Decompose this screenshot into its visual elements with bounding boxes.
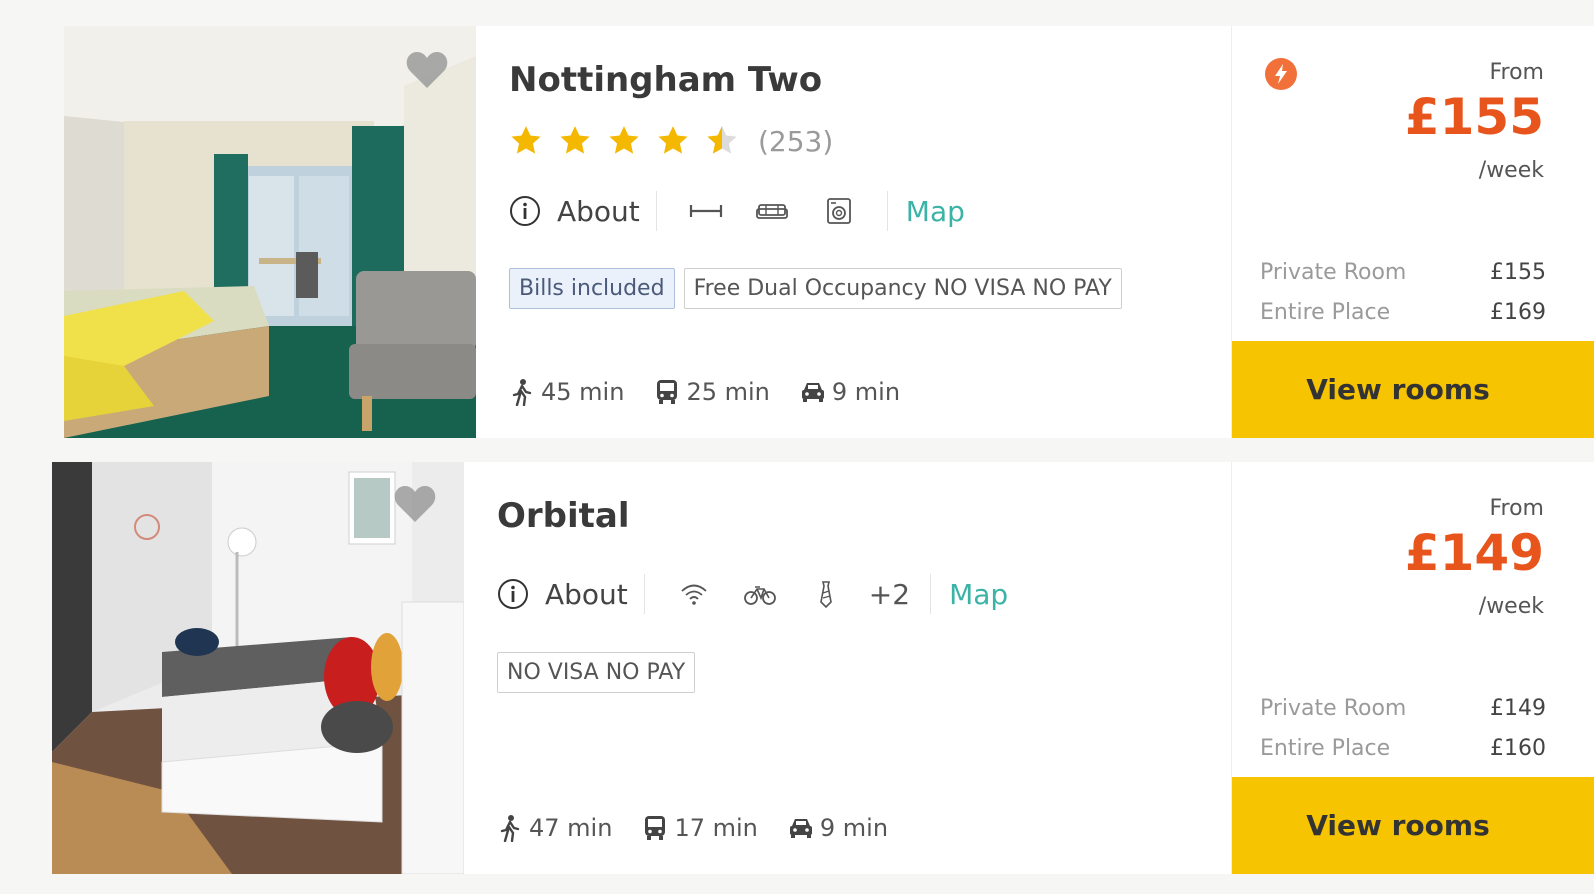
star-full-icon — [511, 126, 541, 154]
bus-time: 17 min — [642, 814, 758, 842]
wifi-icon — [681, 584, 707, 605]
bus-icon — [645, 816, 666, 840]
price-period: /week — [1478, 594, 1544, 619]
info-icon — [498, 579, 528, 609]
divider — [643, 574, 645, 614]
lightning-icon — [1265, 58, 1297, 90]
star-half-icon — [707, 126, 737, 154]
tags-row: Bills included Free Dual Occupancy NO VI… — [509, 268, 1131, 309]
favorite-button[interactable] — [392, 482, 438, 526]
from-label: From — [1489, 496, 1544, 521]
tag-offer: Free Dual Occupancy NO VISA NO PAY — [683, 268, 1122, 309]
bus-time-label: 25 min — [686, 378, 770, 406]
travel-times: 45 min 25 min 9 min — [509, 378, 930, 406]
room-type-row: Private Room £155 — [1260, 260, 1546, 285]
listing-photo[interactable] — [64, 26, 476, 438]
divider — [886, 191, 888, 231]
listing-card[interactable]: Orbital About +2 Map NO VISA NO PAY 47 m… — [52, 462, 1594, 874]
travel-times: 47 min 17 min 9 min — [497, 814, 918, 842]
washing-machine-icon — [826, 198, 851, 224]
price-amount: £149 — [1404, 524, 1544, 582]
from-label: From — [1489, 60, 1544, 85]
room-type-name: Entire Place — [1260, 736, 1391, 761]
tag-bills-included: Bills included — [509, 268, 675, 309]
about-button[interactable]: About — [497, 578, 628, 611]
view-rooms-button[interactable]: View rooms — [1232, 777, 1594, 874]
room-type-price: £149 — [1490, 696, 1546, 721]
info-icon — [510, 196, 540, 226]
more-amenities[interactable]: +2 — [869, 578, 910, 611]
price-panel: From £155 /week Private Room £155 Entire… — [1231, 26, 1594, 438]
star-full-icon — [658, 126, 688, 154]
walking-icon — [512, 379, 532, 406]
listing-card[interactable]: Nottingham Two (253) About Map Bills inc… — [64, 26, 1594, 438]
room-type-row: Entire Place £160 — [1260, 736, 1546, 761]
car-icon — [801, 383, 824, 402]
view-rooms-button[interactable]: View rooms — [1232, 341, 1594, 438]
divider — [655, 191, 657, 231]
about-label: About — [557, 194, 640, 228]
price-panel: From £149 /week Private Room £149 Entire… — [1231, 462, 1594, 874]
car-time-label: 9 min — [819, 814, 889, 842]
sofa-icon — [755, 204, 788, 219]
favorite-button[interactable] — [404, 48, 450, 92]
car-time-label: 9 min — [831, 378, 901, 406]
divider — [930, 574, 932, 614]
bus-icon — [657, 380, 678, 404]
room-type-name: Private Room — [1260, 696, 1407, 721]
about-label: About — [545, 577, 628, 611]
bicycle-icon — [743, 586, 776, 605]
heart-icon — [406, 52, 448, 88]
map-link[interactable]: Map — [949, 578, 1008, 611]
bus-time-label: 17 min — [674, 814, 758, 842]
room-type-name: Entire Place — [1260, 300, 1391, 325]
price-period: /week — [1478, 158, 1544, 183]
amenities-row: About +2 Map — [497, 570, 1008, 618]
car-time: 9 min — [788, 814, 888, 842]
map-link[interactable]: Map — [906, 195, 965, 228]
review-count[interactable]: (253) — [758, 125, 833, 158]
listing-title[interactable]: Nottingham Two — [509, 60, 822, 100]
room-type-price: £169 — [1490, 300, 1546, 325]
walk-time-label: 45 min — [541, 378, 625, 406]
car-time: 9 min — [800, 378, 900, 406]
listing-info: Nottingham Two (253) About Map Bills inc… — [509, 26, 1234, 438]
tags-row: NO VISA NO PAY — [497, 652, 704, 693]
car-icon — [789, 819, 812, 838]
amenities-row: About Map — [509, 187, 965, 235]
listing-title[interactable]: Orbital — [497, 496, 630, 536]
listing-photo[interactable] — [52, 462, 464, 874]
about-button[interactable]: About — [509, 195, 640, 228]
tie-icon — [819, 581, 832, 608]
bus-time: 25 min — [654, 378, 770, 406]
room-type-price: £160 — [1490, 736, 1546, 761]
walk-time-label: 47 min — [529, 814, 613, 842]
star-full-icon — [560, 126, 590, 154]
room-type-price: £155 — [1490, 260, 1546, 285]
walk-time: 45 min — [509, 378, 624, 406]
room-type-row: Private Room £149 — [1260, 696, 1546, 721]
price-amount: £155 — [1404, 88, 1544, 146]
heart-icon — [394, 486, 436, 522]
room-type-row: Entire Place £169 — [1260, 300, 1546, 325]
walking-icon — [500, 815, 520, 842]
listing-info: Orbital About +2 Map NO VISA NO PAY 47 m… — [497, 462, 1234, 874]
star-rating: (253) — [509, 124, 833, 158]
room-type-name: Private Room — [1260, 260, 1407, 285]
ruler-icon — [689, 205, 722, 217]
star-full-icon — [609, 126, 639, 154]
tag-offer: NO VISA NO PAY — [497, 652, 696, 693]
walk-time: 47 min — [497, 814, 612, 842]
